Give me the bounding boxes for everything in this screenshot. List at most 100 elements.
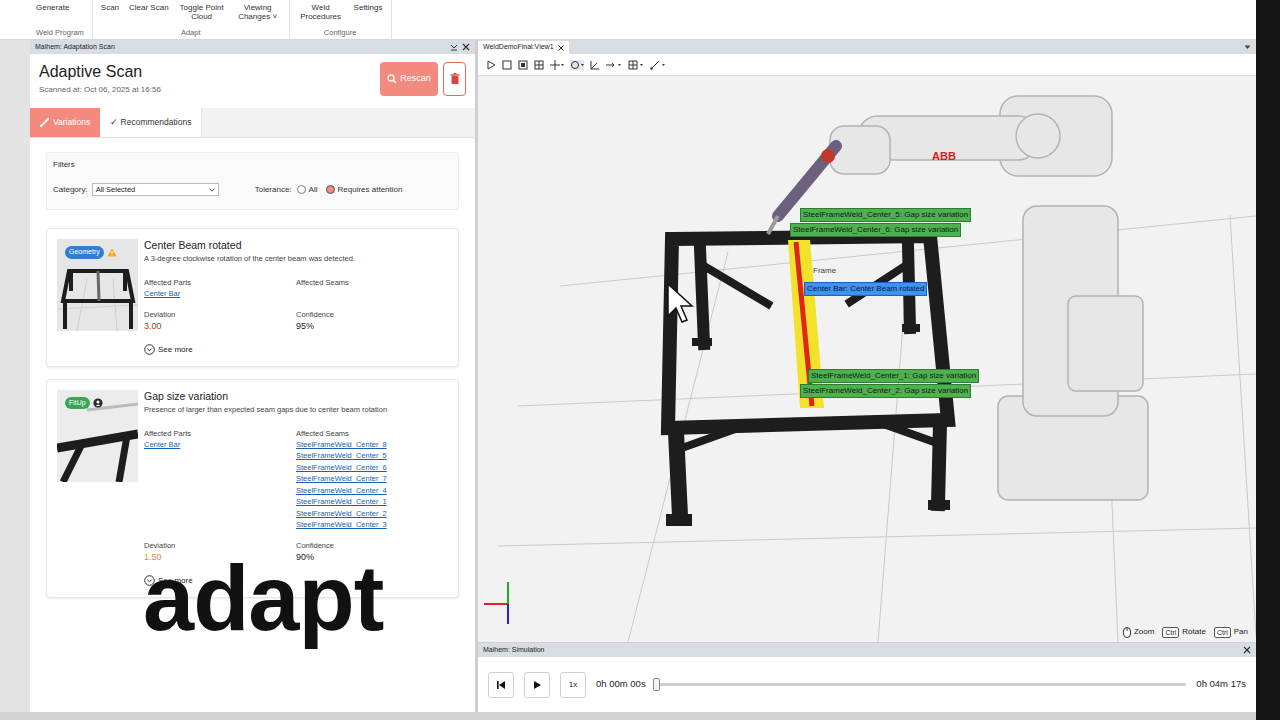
badge-row: Geometry [65, 246, 117, 259]
scene-label[interactable]: Frame [812, 266, 837, 276]
variation-thumbnail: Geometry [57, 239, 138, 331]
fact-label: Affected Parts [144, 429, 296, 439]
part-link[interactable]: Center Bar [144, 288, 296, 300]
view-all-icon[interactable] [518, 60, 528, 70]
category-value[interactable]: All Selected [96, 184, 136, 195]
seam-link[interactable]: SteelFrameWeld_Center_2 [296, 508, 448, 520]
radio-label[interactable]: Requires attention [338, 184, 403, 196]
ribbon-button[interactable]: Toggle Point Cloud [179, 3, 225, 21]
rescan-label[interactable]: Rescan [400, 72, 431, 86]
ribbon-group: Scan Clear Scan Toggle Point Cloud Viewing … [93, 0, 290, 39]
variation-details: Center Beam rotatedA 3-degree clockwise … [144, 239, 448, 356]
select-icon[interactable] [570, 60, 584, 70]
tolerance-radio[interactable]: Requires attention [326, 184, 403, 196]
radio-circle[interactable] [297, 185, 306, 194]
tab-label[interactable]: ✓ Recommendations [110, 116, 191, 129]
fact-label: Deviation [144, 310, 296, 320]
scan-heading: Adaptive Scan [39, 62, 161, 82]
ribbon-button[interactable]: Clear Scan [129, 3, 169, 12]
ribbon: Generate Weld Program Scan Clear Scan Toggle… [0, 0, 1256, 40]
delete-button[interactable] [443, 62, 466, 96]
ribbon-group-label: Weld Program [36, 28, 84, 39]
category-select[interactable]: All Selected [92, 183, 219, 196]
variation-description: A 3-degree clockwise rotation of the cen… [144, 254, 448, 264]
scanned-at: Scanned at: Oct 06, 2025 at 16:56 [39, 84, 161, 96]
rewind-button[interactable] [488, 672, 514, 698]
viewport-tab-label[interactable]: WeldDemoFinal:View1 [483, 42, 554, 53]
timeline-thumb[interactable] [653, 678, 660, 691]
seam-link[interactable]: SteelFrameWeld_Center_1 [296, 496, 448, 508]
category-badge: FitUp [65, 397, 90, 410]
ribbon-items: Weld Procedures Settings [298, 0, 383, 21]
tolerance-label: Tolerance: [255, 184, 292, 196]
person-icon [93, 398, 103, 408]
variation-facts: Affected PartsCenter BarAffected SeamsSt… [144, 429, 448, 563]
filters-row: Category: All Selected Tolerance: AllReq… [53, 183, 452, 196]
tab[interactable]: ✓ Recommendations [100, 108, 202, 137]
panel-header: Maihem: Adaptation Scan [30, 40, 475, 54]
affected-seams: Affected Seams [296, 278, 448, 300]
play-icon[interactable] [486, 60, 496, 70]
seam-link[interactable]: SteelFrameWeld_Center_3 [296, 519, 448, 531]
move-icon[interactable] [550, 60, 564, 70]
close-icon[interactable] [1243, 646, 1251, 654]
key-cap: Ctrl [1162, 627, 1179, 638]
part-annotation[interactable]: Center Bar: Center Beam rotated [804, 282, 927, 296]
rescan-button[interactable]: Rescan [380, 62, 438, 96]
menu-icon[interactable] [1244, 45, 1251, 50]
ruler-icon [40, 118, 49, 127]
warning-icon [107, 248, 117, 257]
badge-row: FitUp [65, 397, 103, 410]
ribbon-button[interactable]: Viewing Changes ˅ [235, 3, 281, 21]
frame-icon[interactable] [650, 60, 666, 70]
stop-icon[interactable] [502, 60, 512, 70]
3d-viewport[interactable]: SteelFrameWeld_Center_5: Gap size variat… [478, 76, 1256, 642]
filters-title: Filters [53, 159, 452, 171]
seam-link[interactable]: SteelFrameWeld_Center_5 [296, 450, 448, 462]
snap-icon[interactable] [606, 60, 622, 70]
tolerance-radio[interactable]: All [297, 184, 318, 196]
trash-icon [450, 73, 460, 85]
hint-action: Pan [1234, 626, 1248, 638]
zoom-window-icon[interactable] [534, 60, 544, 70]
viewport-tab[interactable]: WeldDemoFinal:View1 [478, 41, 569, 54]
deviation: Deviation3.00 [144, 310, 296, 332]
ribbon-button[interactable]: Scan [101, 3, 119, 12]
measure-icon[interactable] [590, 60, 600, 70]
radio-label[interactable]: All [309, 184, 318, 196]
pin-icon[interactable] [450, 43, 458, 51]
left-gutter [0, 40, 30, 712]
fact-label: Affected Parts [144, 278, 296, 288]
hint-action: Zoom [1134, 626, 1154, 638]
ribbon-button[interactable]: Weld Procedures [298, 3, 344, 21]
speed-label[interactable]: 1x [569, 679, 577, 691]
ribbon-button[interactable]: Generate [36, 3, 69, 12]
part-link[interactable]: Center Bar [144, 439, 296, 451]
seam-annotation[interactable]: SteelFrameWeld_Center_5: Gap size variat… [800, 208, 971, 222]
seam-link[interactable]: SteelFrameWeld_Center_8 [296, 439, 448, 451]
variation-description: Presence of larger than expected seam ga… [144, 405, 448, 415]
fact-label: Confidence [296, 310, 448, 320]
seam-link[interactable]: SteelFrameWeld_Center_6 [296, 462, 448, 474]
seam-link[interactable]: SteelFrameWeld_Center_7 [296, 473, 448, 485]
timeline-track[interactable] [656, 683, 1187, 686]
see-more-button[interactable]: See more [144, 344, 448, 356]
grid-icon[interactable] [628, 60, 644, 70]
play-button[interactable] [524, 672, 550, 698]
close-icon[interactable] [558, 45, 564, 51]
tab[interactable]: Variations [30, 108, 100, 137]
speed-button[interactable]: 1x [560, 672, 586, 698]
see-more-label[interactable]: See more [158, 344, 193, 356]
close-icon[interactable] [462, 43, 470, 51]
panel-controls [450, 43, 470, 51]
total-time: 0h 04m 17s [1196, 677, 1246, 691]
seam-link[interactable]: SteelFrameWeld_Center_4 [296, 485, 448, 497]
status-strip [0, 712, 1256, 720]
radio-circle[interactable] [326, 185, 335, 194]
seam-annotation[interactable]: SteelFrameWeld_Center_2: Gap size variat… [800, 384, 971, 398]
ribbon-button[interactable]: Settings [354, 3, 383, 12]
fact-label: Confidence [296, 541, 448, 551]
seam-annotation[interactable]: SteelFrameWeld_Center_1: Gap size variat… [808, 369, 979, 383]
seam-annotation[interactable]: SteelFrameWeld_Center_6: Gap size variat… [790, 223, 961, 237]
tab-label[interactable]: Variations [53, 116, 90, 129]
